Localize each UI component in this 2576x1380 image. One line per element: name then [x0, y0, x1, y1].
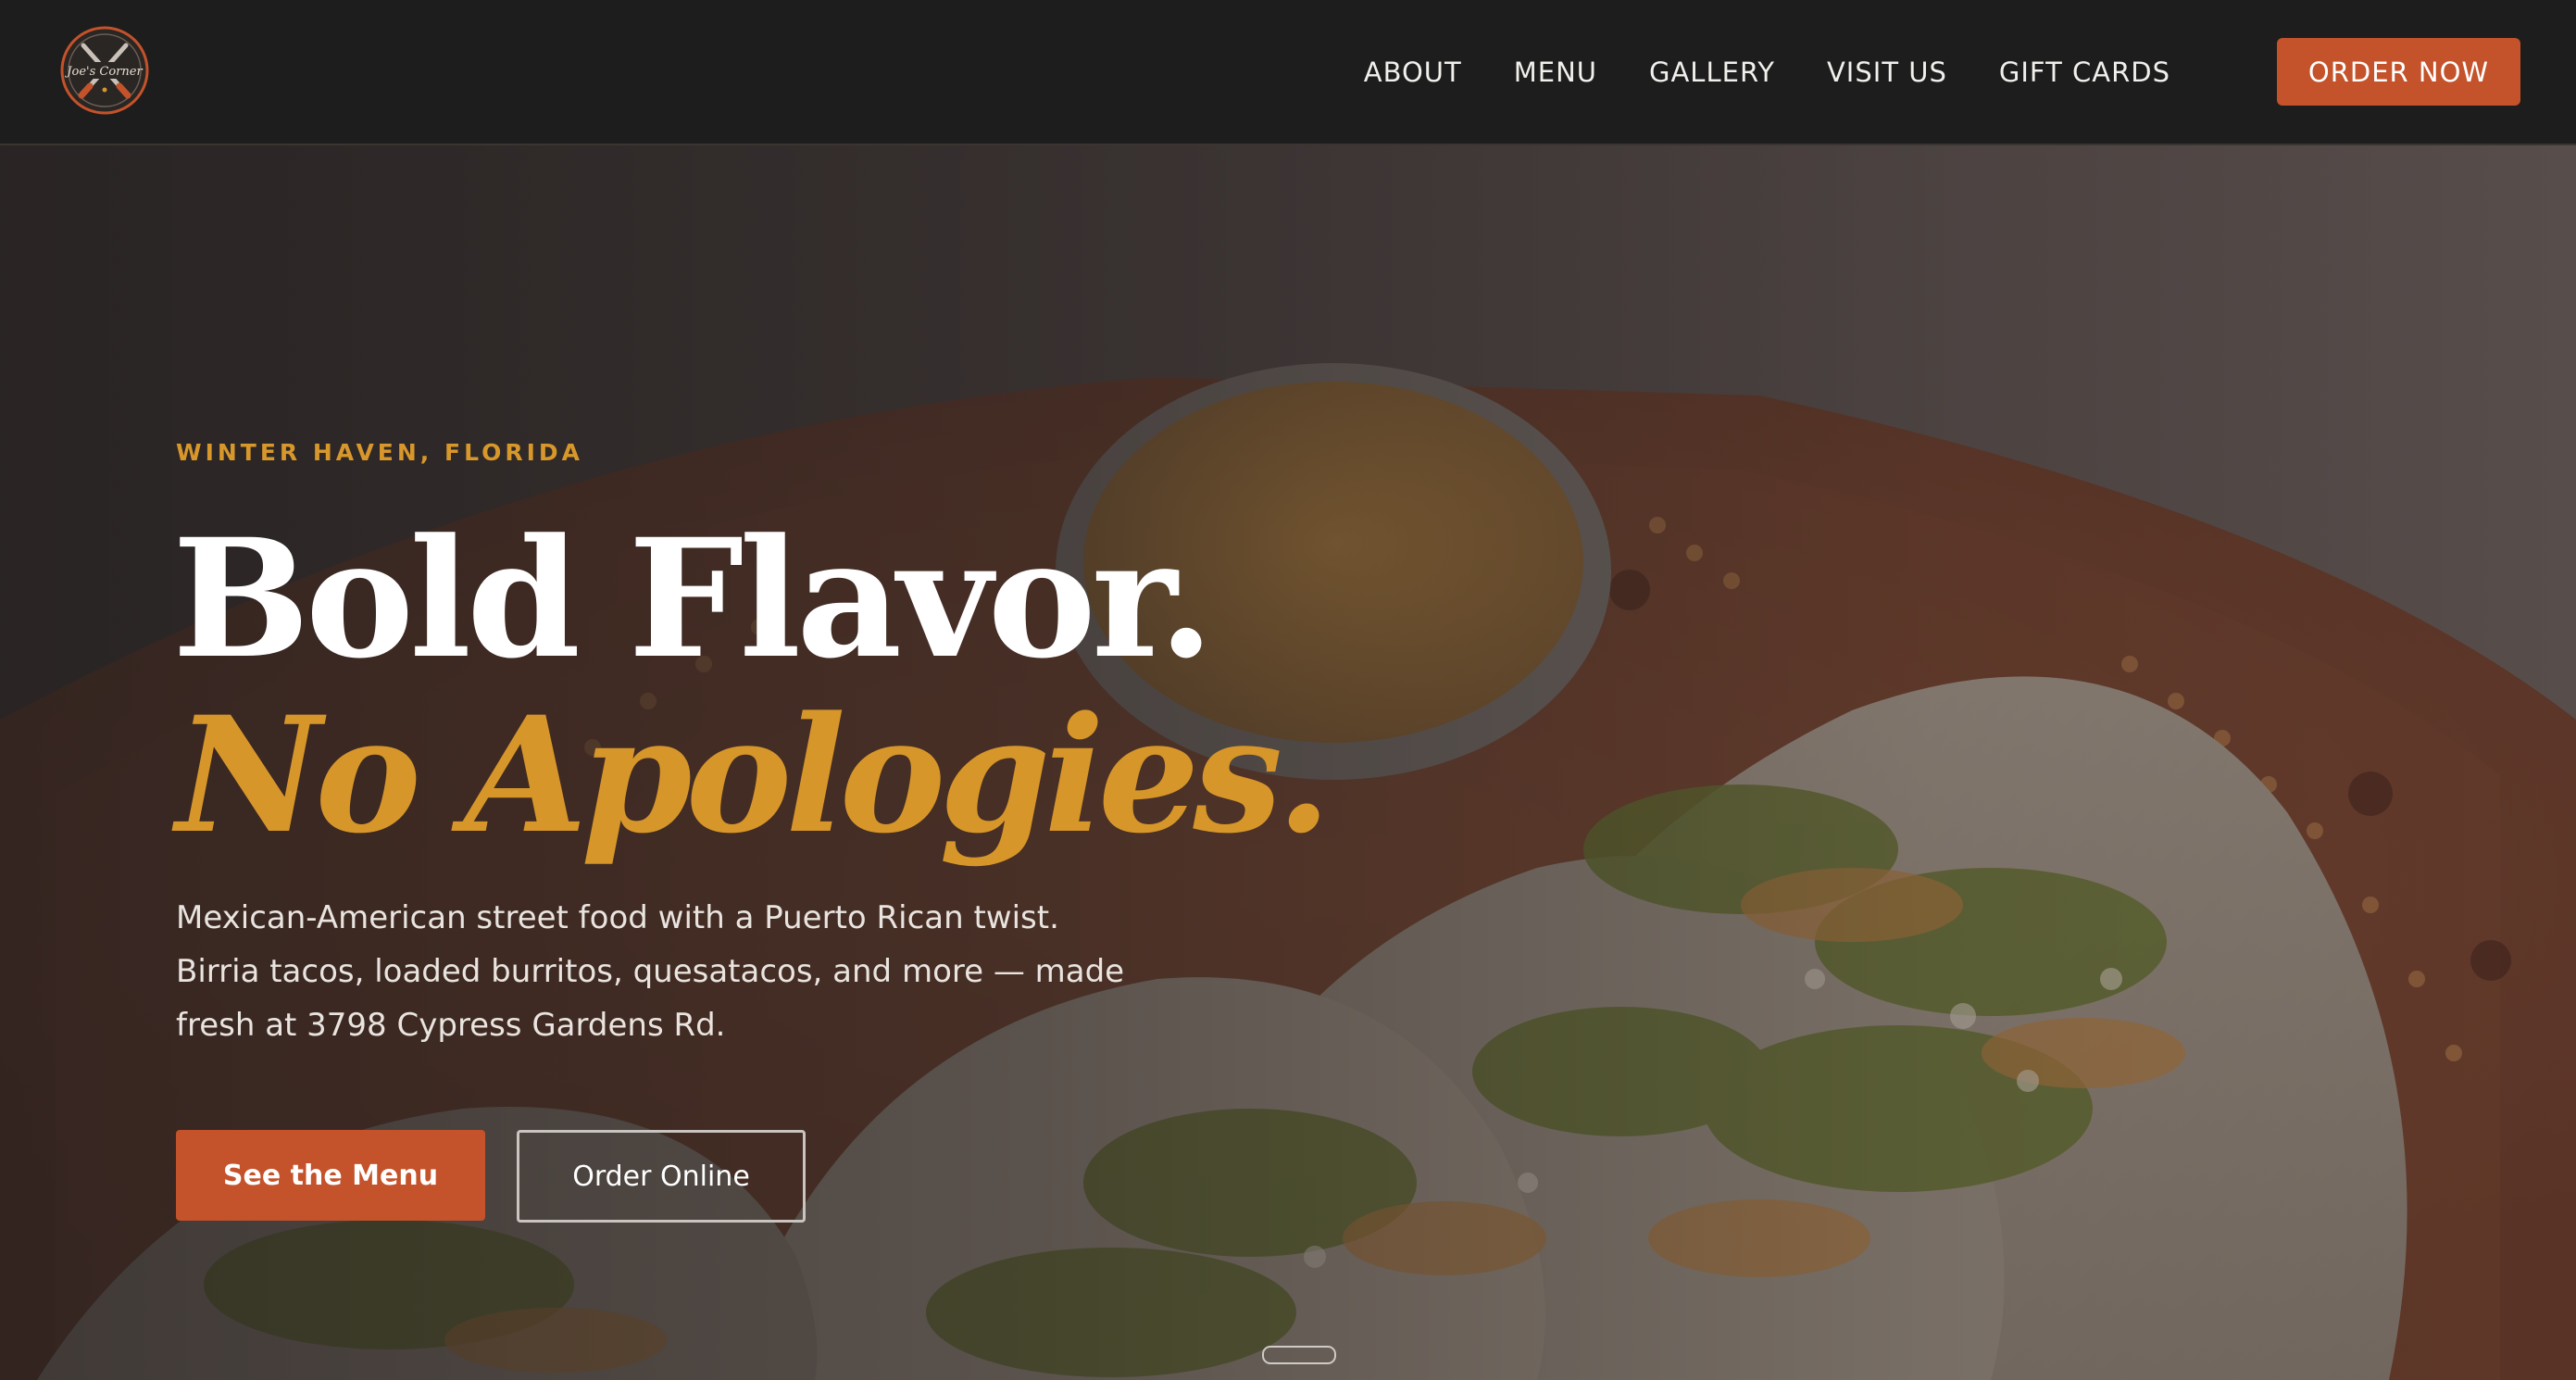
- nav-link-gallery[interactable]: GALLERY: [1649, 56, 1775, 88]
- nav-link-visit-us[interactable]: VISIT US: [1827, 56, 1947, 88]
- headline-line-1: Bold Flavor.: [172, 503, 1215, 695]
- nav-link-gift-cards[interactable]: GIFT CARDS: [1999, 56, 2170, 88]
- headline-line-2: No Apologies.: [176, 681, 1332, 869]
- nav-links: ABOUT MENU GALLERY VISIT US GIFT CARDS: [1364, 0, 2170, 144]
- nav-link-about[interactable]: ABOUT: [1364, 56, 1462, 88]
- scroll-indicator[interactable]: [1262, 1346, 1336, 1364]
- hero-description: Mexican-American street food with a Puer…: [176, 899, 1125, 1044]
- see-the-menu-button[interactable]: See the Menu: [176, 1130, 485, 1221]
- order-now-button[interactable]: ORDER NOW: [2277, 38, 2520, 106]
- location-eyebrow: WINTER HAVEN, FLORIDA: [176, 439, 584, 466]
- logo-badge-icon: Joe's Corner: [60, 26, 149, 115]
- svg-text:Joe's Corner: Joe's Corner: [64, 65, 143, 79]
- joes-corner-logo[interactable]: Joe's Corner: [59, 25, 150, 116]
- top-navigation: Joe's Corner ABOUT MENU GALLERY VISIT US…: [0, 0, 2576, 145]
- nav-link-menu[interactable]: MENU: [1514, 56, 1597, 88]
- hero-section: WINTER HAVEN, FLORIDA Bold Flavor. No Ap…: [0, 145, 2576, 1380]
- order-online-button[interactable]: Order Online: [517, 1130, 806, 1223]
